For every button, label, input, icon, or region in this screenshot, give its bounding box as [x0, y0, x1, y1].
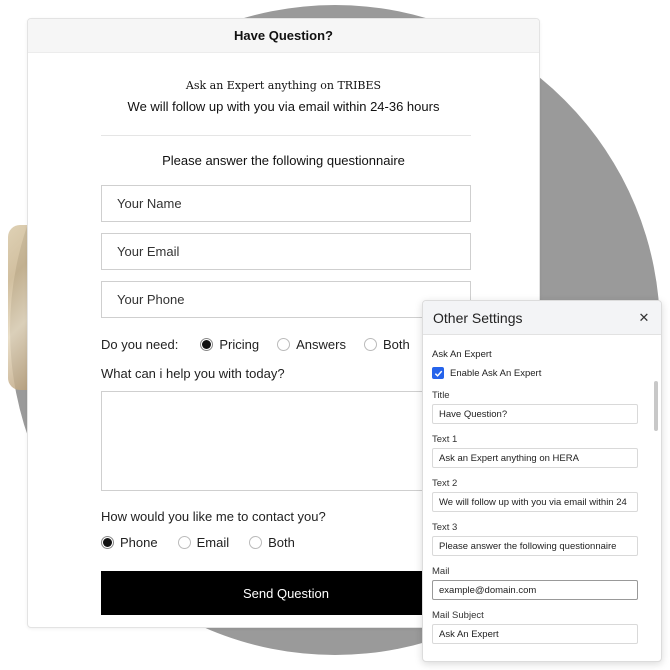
contact-option-label: Phone [120, 534, 158, 550]
contact-label: How would you like me to contact you? [101, 509, 326, 524]
name-input[interactable]: Your Name [101, 185, 471, 222]
text2-value: We will follow up with you via email wit… [439, 496, 627, 508]
enable-ask-expert-toggle[interactable]: Enable Ask An Expert [432, 367, 541, 379]
field-label-title: Title [432, 390, 450, 401]
contact-option-label: Both [268, 534, 295, 550]
enable-label: Enable Ask An Expert [450, 367, 542, 379]
form-text-1: Ask an Expert anything on TRIBES [185, 79, 382, 92]
radio-icon[interactable] [277, 337, 291, 351]
mail-input[interactable]: example@domain.com [432, 580, 638, 600]
help-label: What can i help you with today? [101, 366, 285, 381]
send-question-button[interactable]: Send Question [101, 571, 471, 615]
contact-option-phone[interactable]: Phone [101, 535, 158, 550]
panel-title: Other Settings [433, 309, 523, 326]
need-option-label: Pricing [219, 336, 260, 352]
email-input[interactable]: Your Email [101, 233, 471, 270]
radio-icon[interactable] [363, 337, 377, 351]
section-label: Ask An Expert [432, 349, 492, 360]
text3-value: Please answer the following questionnair… [439, 540, 617, 552]
form-text-2: We will follow up with you via email wit… [127, 99, 440, 114]
mail-value: example@domain.com [439, 584, 537, 596]
radio-selected-icon[interactable] [101, 535, 114, 549]
text2-input[interactable]: We will follow up with you via email wit… [432, 492, 638, 512]
form-text-3: Please answer the following questionnair… [162, 153, 405, 168]
contact-options-row: Phone Email Both [101, 534, 315, 550]
need-option-label: Both [382, 336, 410, 352]
field-label-text1: Text 1 [432, 434, 458, 445]
contact-option-email[interactable]: Email [177, 534, 230, 550]
need-option-both[interactable]: Both [363, 336, 410, 352]
panel-body: Ask An Expert Enable Ask An Expert Title… [432, 336, 647, 661]
need-option-answers[interactable]: Answers [277, 337, 346, 352]
text1-input[interactable]: Ask an Expert anything on HERA [432, 448, 638, 468]
divider [101, 135, 471, 136]
radio-selected-icon[interactable] [200, 337, 214, 351]
form-title: Have Question? [28, 19, 539, 53]
mail-subject-value: Ask An Expert [439, 628, 499, 640]
need-option-label: Answers [296, 336, 346, 352]
close-icon[interactable]: ✕ [637, 310, 651, 326]
field-label-mail-subject: Mail Subject [432, 610, 484, 621]
text3-input[interactable]: Please answer the following questionnair… [432, 536, 638, 556]
field-label-text2: Text 2 [432, 478, 458, 489]
email-placeholder: Your Email [117, 244, 180, 259]
need-label: Do you need: [101, 336, 179, 352]
checkbox-checked-icon[interactable] [432, 367, 444, 379]
field-label-text3: Text 3 [432, 522, 458, 533]
radio-icon[interactable] [177, 535, 191, 549]
phone-placeholder: Your Phone [117, 292, 185, 307]
contact-option-both[interactable]: Both [249, 535, 295, 550]
other-settings-panel: Other Settings ✕ Ask An Expert Enable As… [422, 300, 662, 662]
scrollbar[interactable] [654, 381, 658, 431]
name-placeholder: Your Name [117, 196, 182, 211]
text1-value: Ask an Expert anything on HERA [439, 452, 579, 464]
need-options-row: Do you need: Pricing Answers Both [101, 336, 428, 352]
field-label-mail: Mail [432, 566, 450, 577]
panel-header: Other Settings ✕ [423, 301, 661, 335]
need-option-pricing[interactable]: Pricing [200, 337, 259, 352]
contact-option-label: Email [196, 534, 230, 550]
mail-subject-input[interactable]: Ask An Expert [432, 624, 638, 644]
help-textarea[interactable] [101, 391, 471, 491]
title-input[interactable]: Have Question? [432, 404, 638, 424]
title-value: Have Question? [439, 408, 508, 420]
phone-input[interactable]: Your Phone [101, 281, 471, 318]
radio-icon[interactable] [249, 535, 263, 549]
